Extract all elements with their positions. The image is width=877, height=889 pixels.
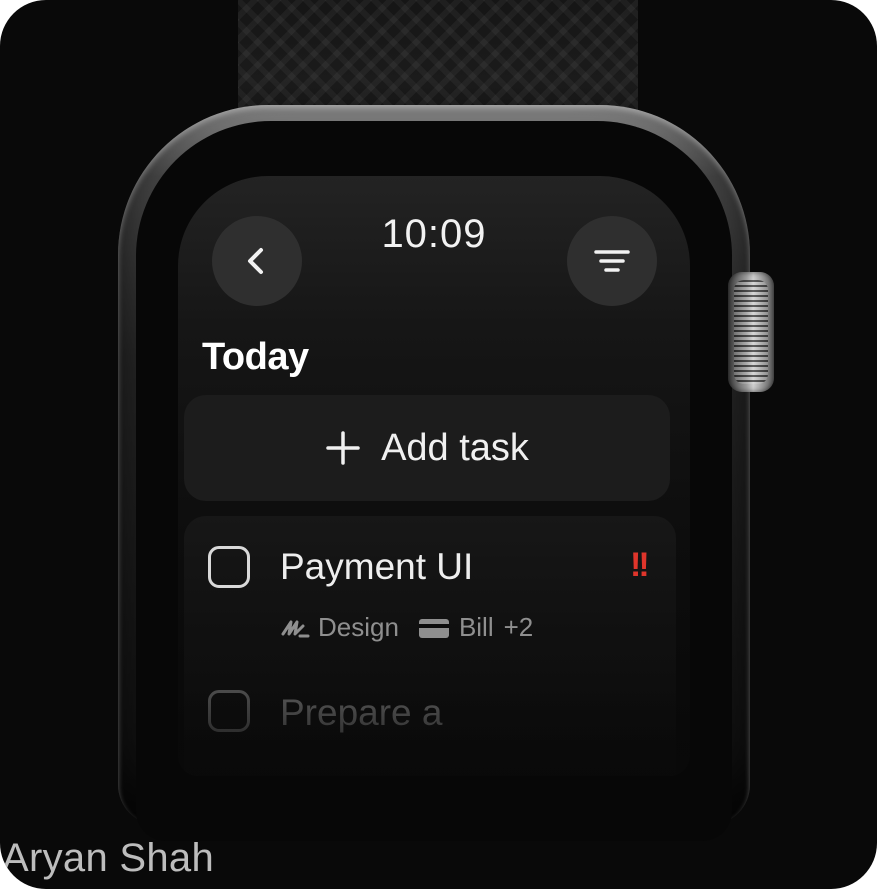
digital-crown[interactable]	[728, 272, 774, 392]
filter-button[interactable]	[567, 216, 657, 306]
priority-indicator: !!	[630, 546, 650, 584]
task-checkbox[interactable]	[208, 546, 250, 588]
task-tags: Design Bill +2	[280, 612, 533, 643]
filter-lines-icon	[594, 250, 630, 272]
crown-ribs	[734, 280, 768, 384]
task-title[interactable]: Prepare a	[280, 692, 443, 734]
watch-screen: 10:09 Today Add task Payment UI !! Desig…	[178, 176, 690, 776]
task-list: Payment UI !! Design Bill +2 Prepare a	[184, 516, 676, 776]
watermark: Aryan Shah	[2, 836, 215, 880]
add-task-button[interactable]: Add task	[184, 395, 670, 501]
back-button[interactable]	[212, 216, 302, 306]
design-squiggle-icon	[281, 620, 310, 637]
plus-icon	[326, 431, 360, 465]
credit-card-icon	[418, 618, 449, 638]
task-checkbox[interactable]	[208, 690, 250, 732]
tag-design: Design	[280, 612, 399, 643]
chevron-left-icon	[248, 248, 263, 274]
more-tags-count: +2	[503, 612, 534, 642]
clock-time: 10:09	[381, 212, 487, 256]
tag-bill: Bill	[417, 612, 494, 643]
add-task-label: Add task	[381, 426, 529, 469]
section-title: Today	[202, 336, 309, 378]
tag-label: Design	[318, 612, 399, 642]
task-title[interactable]: Payment UI	[280, 546, 473, 588]
tag-label: Bill	[458, 612, 494, 642]
watch-scene: 10:09 Today Add task Payment UI !! Desig…	[0, 0, 877, 889]
